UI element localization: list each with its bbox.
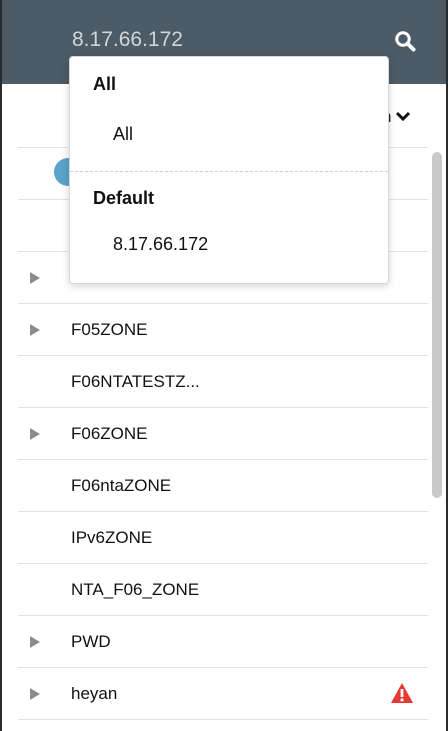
list-item-label: PWD xyxy=(71,631,111,651)
list-item[interactable]: IPv6ZONE xyxy=(18,512,428,564)
search-icon xyxy=(395,31,416,52)
search-suggestions-popup: All All Default 8.17.66.172 xyxy=(69,56,389,284)
caret-right-icon[interactable] xyxy=(30,271,40,284)
list-item-label: F06ntaZONE xyxy=(71,475,172,495)
list-item-label: heyan xyxy=(71,683,118,703)
caret-right-icon[interactable] xyxy=(30,635,40,648)
search-input[interactable] xyxy=(72,24,352,56)
suggestion-group-title: All xyxy=(93,74,117,94)
list-item[interactable]: F06ntaZONE xyxy=(18,460,428,512)
list-item-label: IPv6ZONE xyxy=(71,527,153,547)
zone-panel: n F05ZONE F06NTATESTZ... F06ZONE F06ntaZ… xyxy=(0,0,448,731)
warning-triangle-icon xyxy=(391,683,413,703)
list-item[interactable]: F05ZONE xyxy=(18,304,428,356)
suggestion-option-ip[interactable]: 8.17.66.172 xyxy=(113,234,208,255)
list-item-label: F05ZONE xyxy=(71,319,148,339)
caret-right-icon[interactable] xyxy=(30,323,40,336)
search-button[interactable] xyxy=(390,26,420,56)
list-item[interactable]: NTA_F06_ZONE xyxy=(18,564,428,616)
suggestion-group-title: Default xyxy=(93,188,155,208)
list-item[interactable]: F06ZONE xyxy=(18,408,428,460)
caret-right-icon[interactable] xyxy=(30,687,40,700)
suggestion-option-all[interactable]: All xyxy=(113,124,133,145)
chevron-down-icon xyxy=(396,111,411,122)
caret-right-icon[interactable] xyxy=(30,427,40,440)
suggestion-separator xyxy=(70,171,388,172)
list-item[interactable]: F06NTATESTZ... xyxy=(18,356,428,408)
list-item-label: NTA_F06_ZONE xyxy=(71,579,200,599)
list-item-label: F06ZONE xyxy=(71,423,148,443)
list-item[interactable]: heyan xyxy=(18,668,428,720)
scrollbar-thumb[interactable] xyxy=(432,152,442,498)
list-item[interactable]: PWD xyxy=(18,616,428,668)
list-item-label: F06NTATESTZ... xyxy=(71,371,200,391)
